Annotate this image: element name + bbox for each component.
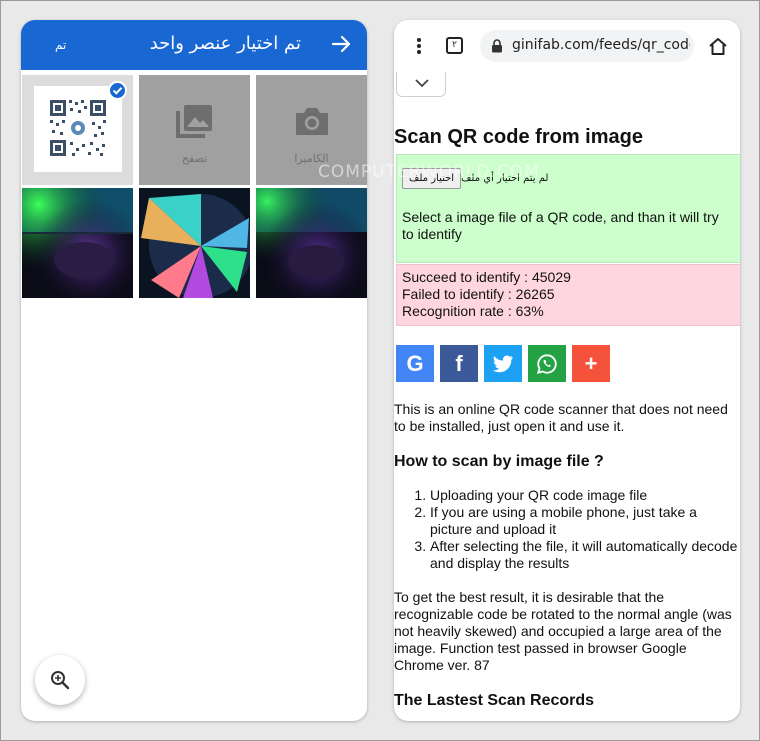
howto-heading: How to scan by image file ? <box>394 453 604 470</box>
page-title: Scan QR code from image <box>394 126 643 148</box>
intro-paragraph: This is an online QR code scanner that d… <box>394 401 728 434</box>
file-status: لم يتم اختيار أي ملف <box>461 173 549 184</box>
collapse-toggle[interactable] <box>396 72 446 97</box>
selected-check-icon <box>108 81 127 100</box>
step-item: Uploading your QR code image file <box>430 487 740 504</box>
upload-panel: لم يتم اختيار أي ملف اختيار ملف Select a… <box>396 154 740 263</box>
image-picker-screen: تم اختيار عنصر واحد تم تصفح الكاميرا <box>21 20 367 721</box>
photo-thumbnail-wallpaper <box>139 188 250 298</box>
steps-list: Uploading your QR code image file If you… <box>394 487 740 572</box>
tab-count-button[interactable]: ٢ <box>446 37 463 54</box>
photo-tile-3[interactable] <box>256 188 367 298</box>
camera-tile[interactable]: الكاميرا <box>256 75 367 185</box>
zoom-in-icon <box>51 671 70 690</box>
upload-description: Select a image file of a QR code, and th… <box>402 209 719 242</box>
share-buttons: G f + <box>396 345 610 382</box>
picker-app-bar: تم اختيار عنصر واحد تم <box>21 20 367 70</box>
stat-succeed: Succeed to identify : 45029 <box>402 269 571 285</box>
twitter-icon <box>492 355 513 372</box>
facebook-share-button[interactable]: f <box>440 345 478 382</box>
browse-tile[interactable]: تصفح <box>139 75 250 185</box>
more-share-button[interactable]: + <box>572 345 610 382</box>
whatsapp-share-button[interactable] <box>528 345 566 382</box>
step-item: After selecting the file, it will automa… <box>430 538 740 572</box>
choose-file-button[interactable]: اختيار ملف <box>402 168 462 189</box>
photo-thumbnail-dark-room-2 <box>256 188 367 298</box>
google-share-button[interactable]: G <box>396 345 434 382</box>
browser-toolbar: ٢ ginifab.com/feeds/qr_code/ <box>394 20 740 72</box>
back-arrow-icon[interactable] <box>329 32 353 56</box>
picker-title: تم اختيار عنصر واحد <box>149 33 301 54</box>
zoom-button[interactable] <box>35 655 85 705</box>
photo-tile-2[interactable] <box>139 188 250 298</box>
article-body: This is an online QR code scanner that d… <box>394 401 740 709</box>
step-item: If you are using a mobile phone, just ta… <box>430 504 740 538</box>
tip-paragraph: To get the best result, it is desirable … <box>394 589 732 673</box>
stat-failed: Failed to identify : 26265 <box>402 286 555 302</box>
browser-screen: ٢ ginifab.com/feeds/qr_code/ Scan QR cod… <box>394 20 740 721</box>
camera-label: الكاميرا <box>294 152 329 165</box>
home-icon[interactable] <box>708 37 728 55</box>
stats-panel: Succeed to identify : 45029 Failed to id… <box>396 264 740 326</box>
chevron-down-icon <box>415 79 429 88</box>
menu-dots-icon[interactable] <box>416 37 422 55</box>
whatsapp-icon <box>536 353 557 374</box>
records-heading: The Lastest Scan Records <box>394 692 595 709</box>
camera-icon <box>296 108 328 135</box>
lock-icon <box>492 39 502 53</box>
stat-rate: Recognition rate : 63% <box>402 303 544 319</box>
gallery-icon <box>176 105 212 138</box>
url-text: ginifab.com/feeds/qr_code/ <box>512 37 690 53</box>
address-bar[interactable]: ginifab.com/feeds/qr_code/ <box>480 30 694 62</box>
twitter-share-button[interactable] <box>484 345 522 382</box>
photo-tile-1[interactable] <box>22 188 133 298</box>
photo-thumbnail-dark-room <box>22 188 133 298</box>
file-input-row: لم يتم اختيار أي ملف اختيار ملف <box>402 168 552 189</box>
qr-code-thumbnail <box>34 86 122 172</box>
done-button[interactable]: تم <box>55 38 66 52</box>
qr-image-tile[interactable] <box>22 75 133 185</box>
browse-label: تصفح <box>181 152 208 165</box>
